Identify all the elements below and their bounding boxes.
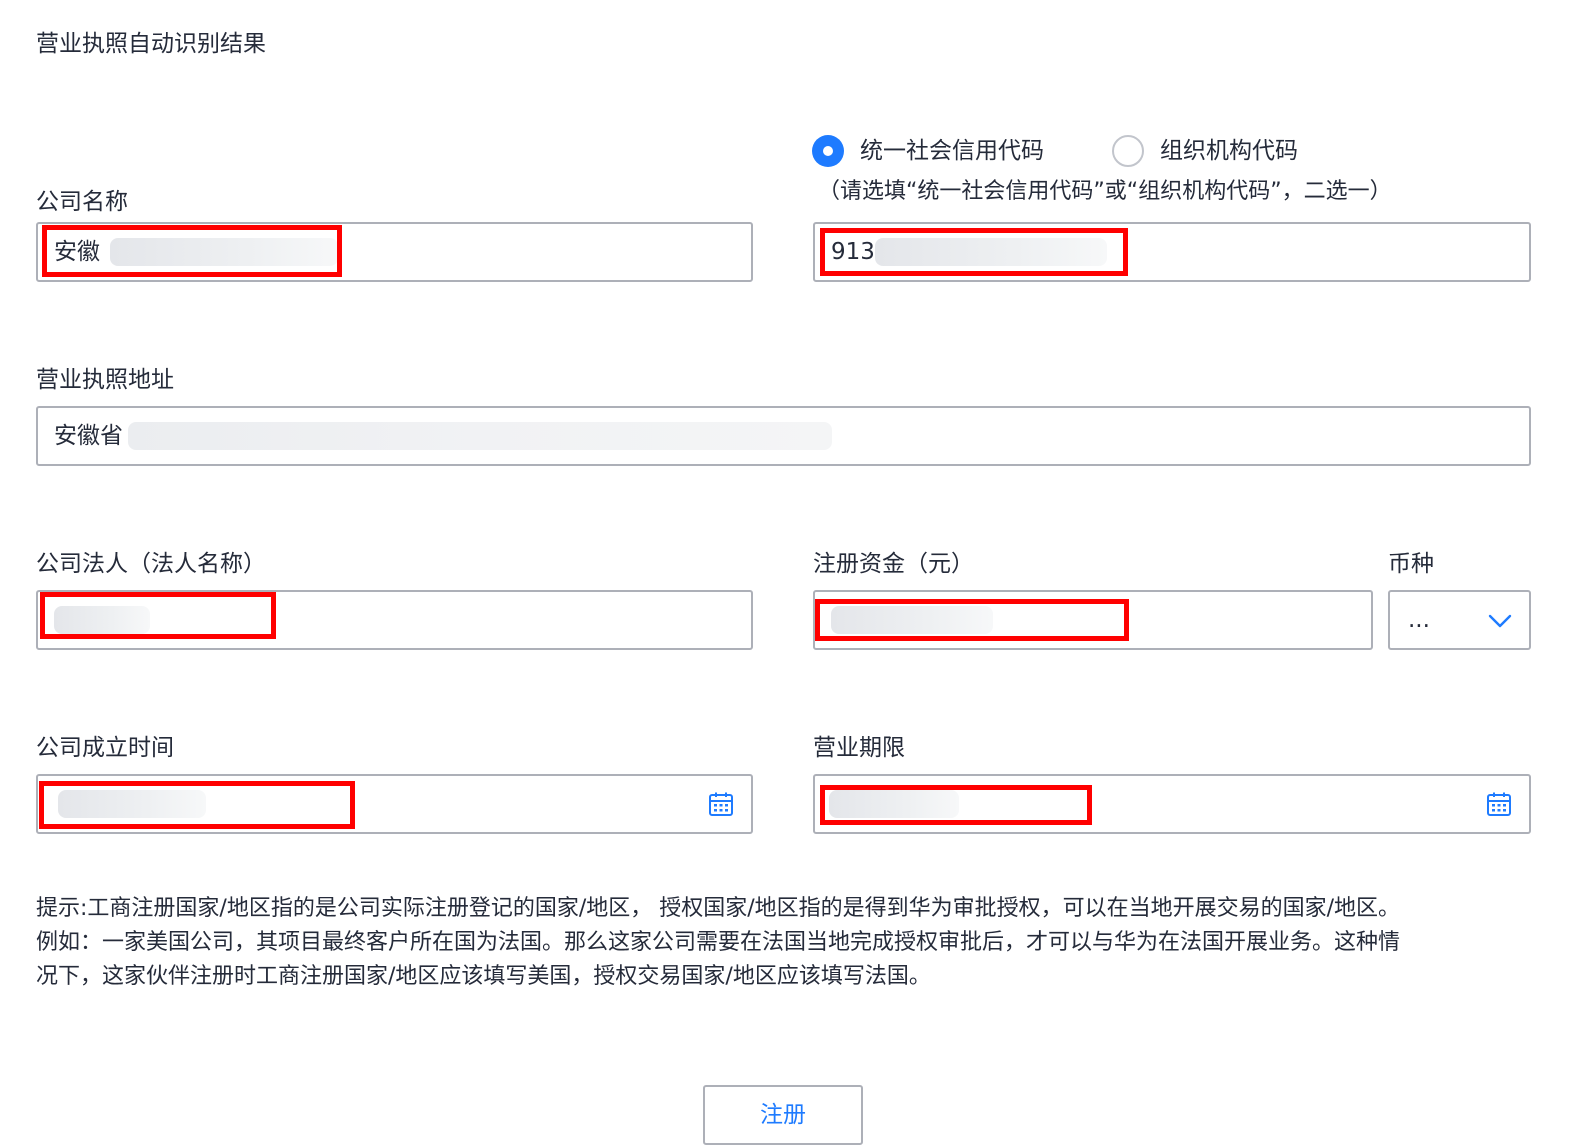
capital-label: 注册资金（元） [813,551,974,577]
company-name-label: 公司名称 [36,189,128,215]
radio-label-organization-code[interactable]: 组织机构代码 [1160,135,1298,167]
hint-line: 例如：一家美国公司，其项目最终客户所在国为法国。那么这家公司需要在法国当地完成授… [36,930,1401,955]
legal-person-label: 公司法人（法人名称） [36,551,266,577]
redaction-box [820,228,1128,276]
currency-select[interactable]: ... [1388,590,1531,650]
redaction-box [820,785,1092,825]
address-input[interactable]: 安徽省 [36,406,1531,466]
page-title: 营业执照自动识别结果 [36,31,266,57]
currency-label: 币种 [1388,551,1434,577]
register-button[interactable]: 注册 [703,1085,863,1145]
address-value: 安徽省 [54,423,123,449]
code-type-note: （请选填“统一社会信用代码”或“组织机构代码”，二选一） [818,179,1392,204]
hint-line: 况下，这家伙伴注册时工商注册国家/地区应该填写美国，授权交易国家/地区应该填写法… [36,964,931,989]
radio-organization-code[interactable] [1112,135,1144,167]
calendar-icon[interactable] [708,791,734,817]
hint-line: 提示:工商注册国家/地区指的是公司实际注册登记的国家/地区， 授权国家/地区指的… [36,896,1401,921]
redaction-box [40,592,276,639]
redaction-box [39,781,355,829]
chevron-down-icon [1488,614,1512,628]
hint-text: 提示:工商注册国家/地区指的是公司实际注册登记的国家/地区， 授权国家/地区指的… [36,892,1536,994]
term-label: 营业期限 [813,735,905,761]
redaction-box [42,225,342,277]
currency-value: ... [1408,607,1430,633]
address-label: 营业执照地址 [36,367,174,393]
calendar-icon[interactable] [1486,791,1512,817]
redacted-blur [128,422,832,450]
redaction-box [815,599,1129,641]
radio-label-unified-credit-code[interactable]: 统一社会信用代码 [860,135,1044,167]
founded-label: 公司成立时间 [36,735,174,761]
radio-unified-credit-code[interactable] [812,135,844,167]
